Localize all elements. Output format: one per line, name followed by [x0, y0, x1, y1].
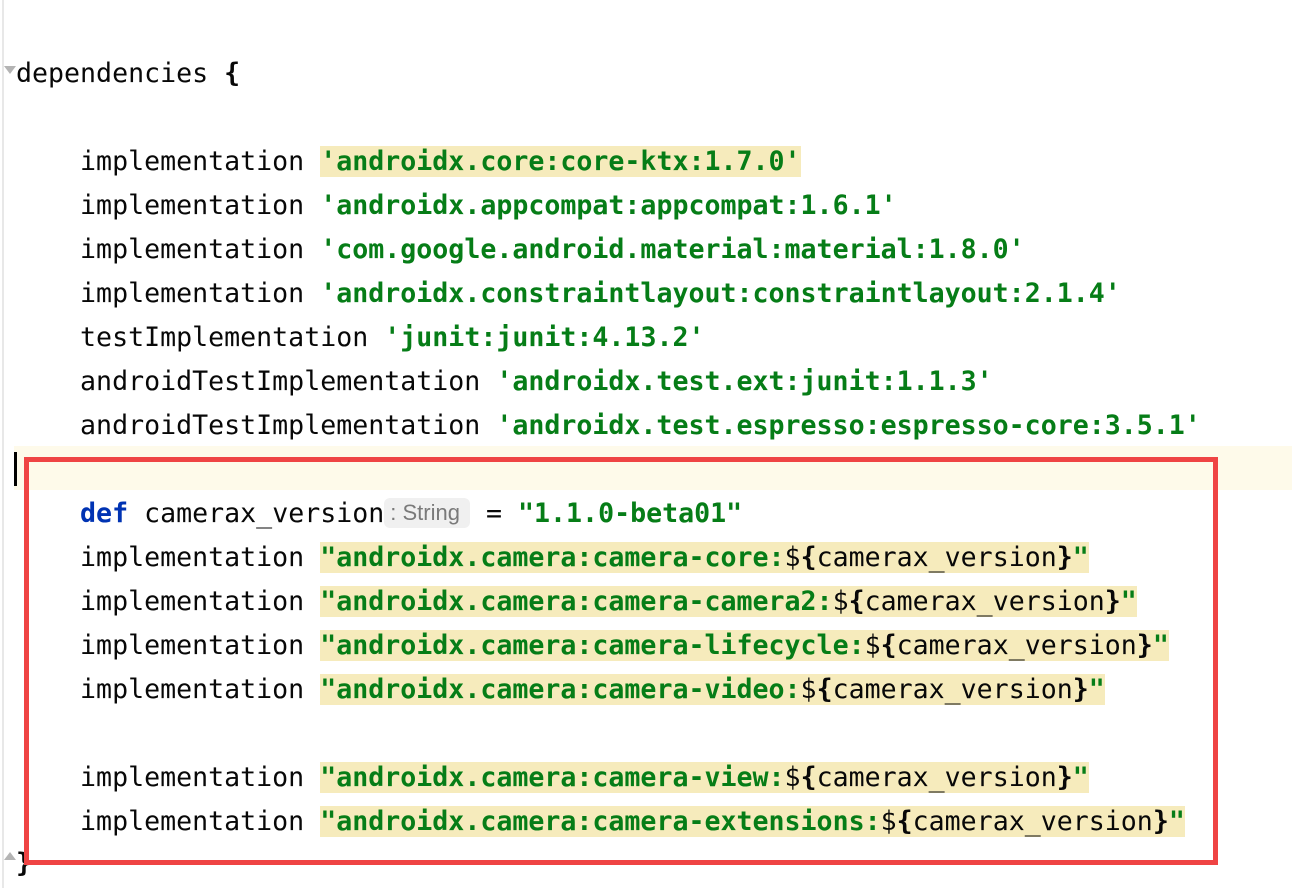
template-variable: camerax_version [912, 806, 1153, 837]
template-close-brace: } [1056, 762, 1073, 793]
template-variable: camerax_version [832, 674, 1073, 705]
current-line-highlight [14, 446, 1292, 490]
dependency-string: 'androidx.test.ext:junit:1.1.3' [496, 366, 993, 397]
template-dollar: $ [784, 542, 801, 573]
code-line-dependency[interactable]: implementation 'com.google.android.mater… [16, 228, 1025, 272]
fold-close-icon[interactable] [4, 852, 16, 860]
code-line-camera-dependency[interactable]: implementation "androidx.camera:camera-c… [16, 536, 1089, 580]
gstring-end-quote: " [1072, 542, 1089, 573]
dependency-string: 'androidx.test.espresso:espresso-core:3.… [496, 410, 1201, 441]
gstring-prefix: "androidx.camera:camera-camera2: [320, 586, 833, 617]
code-line-dependency[interactable]: implementation 'androidx.appcompat:appco… [16, 184, 897, 228]
template-open-brace: { [800, 762, 817, 793]
dependency-config: implementation [80, 586, 321, 617]
gstring-prefix: "androidx.camera:camera-video: [320, 674, 801, 705]
code-line-camera-dependency[interactable]: implementation "androidx.camera:camera-l… [16, 624, 1169, 668]
dependency-config: implementation [80, 146, 321, 177]
variable-name: camerax_version [128, 498, 385, 529]
fold-open-icon[interactable] [4, 66, 16, 74]
template-close-brace: } [1056, 542, 1073, 573]
open-brace: { [224, 58, 241, 89]
dependency-config: implementation [80, 278, 321, 309]
dependency-string: 'com.google.android.material:material:1.… [320, 234, 1025, 265]
template-variable: camerax_version [896, 630, 1137, 661]
camera-dependency-string: "androidx.camera:camera-core:${camerax_v… [320, 542, 1089, 573]
dependency-config: androidTestImplementation [80, 366, 497, 397]
code-line-camera-dependency[interactable]: implementation "androidx.camera:camera-e… [16, 800, 1185, 844]
code-line-camera-dependency[interactable]: implementation "androidx.camera:camera-c… [16, 580, 1137, 624]
code-line-dependency[interactable]: testImplementation 'junit:junit:4.13.2' [16, 316, 704, 360]
dependency-config: implementation [80, 190, 321, 221]
template-close-brace: } [1136, 630, 1153, 661]
code-line-dependency[interactable]: androidTestImplementation 'androidx.test… [16, 360, 993, 404]
gstring-end-quote: " [1152, 630, 1169, 661]
type-inlay-hint: : String [384, 498, 470, 528]
template-open-brace: { [800, 542, 817, 573]
dependency-config: implementation [80, 806, 321, 837]
camera-dependency-string: "androidx.camera:camera-extensions:${cam… [320, 806, 1185, 837]
template-open-brace: { [880, 630, 897, 661]
template-dollar: $ [784, 762, 801, 793]
template-variable: camerax_version [816, 542, 1057, 573]
gstring-prefix: "androidx.camera:camera-core: [320, 542, 785, 573]
dependencies-keyword: dependencies [16, 58, 225, 89]
template-variable: camerax_version [864, 586, 1105, 617]
camera-dependency-string: "androidx.camera:camera-view:${camerax_v… [320, 762, 1089, 793]
camera-dependency-string: "androidx.camera:camera-camera2:${camera… [320, 586, 1137, 617]
dependency-config: implementation [80, 630, 321, 661]
dependency-string: 'junit:junit:4.13.2' [384, 322, 705, 353]
code-editor[interactable]: dependencies { implementation 'androidx.… [0, 0, 1292, 888]
dependency-config: implementation [80, 762, 321, 793]
gstring-end-quote: " [1088, 674, 1105, 705]
dependency-config: testImplementation [80, 322, 385, 353]
def-keyword: def [80, 498, 129, 529]
version-string: "1.1.0-beta01" [518, 498, 743, 529]
dependency-string: 'androidx.constraintlayout:constraintlay… [320, 278, 1121, 309]
gstring-prefix: "androidx.camera:camera-extensions: [320, 806, 881, 837]
template-dollar: $ [880, 806, 897, 837]
text-caret [14, 452, 17, 486]
code-line-dependencies-close[interactable]: } [16, 842, 32, 886]
template-open-brace: { [816, 674, 833, 705]
template-variable: camerax_version [816, 762, 1057, 793]
dependency-config: implementation [80, 234, 321, 265]
dependency-string: 'androidx.appcompat:appcompat:1.6.1' [320, 190, 897, 221]
dependency-config: androidTestImplementation [80, 410, 497, 441]
dependency-string: 'androidx.core:core-ktx:1.7.0' [320, 146, 801, 177]
template-dollar: $ [800, 674, 817, 705]
template-close-brace: } [1104, 586, 1121, 617]
gstring-prefix: "androidx.camera:camera-view: [320, 762, 785, 793]
code-line-def-version[interactable]: def camerax_version: String = "1.1.0-beta… [16, 492, 742, 536]
code-line-dependency[interactable]: implementation 'androidx.constraintlayou… [16, 272, 1121, 316]
close-brace: } [16, 848, 33, 879]
template-open-brace: { [848, 586, 865, 617]
camera-dependency-string: "androidx.camera:camera-lifecycle:${came… [320, 630, 1169, 661]
gstring-end-quote: " [1072, 762, 1089, 793]
camera-dependency-string: "androidx.camera:camera-video:${camerax_… [320, 674, 1105, 705]
template-close-brace: } [1152, 806, 1169, 837]
template-open-brace: { [896, 806, 913, 837]
code-line-dependency[interactable]: androidTestImplementation 'androidx.test… [16, 404, 1201, 448]
template-close-brace: } [1072, 674, 1089, 705]
gutter-divider [2, 0, 4, 888]
dependency-config: implementation [80, 674, 321, 705]
gstring-end-quote: " [1168, 806, 1185, 837]
template-dollar: $ [864, 630, 881, 661]
code-line-camera-dependency[interactable]: implementation "androidx.camera:camera-v… [16, 668, 1105, 712]
gstring-prefix: "androidx.camera:camera-lifecycle: [320, 630, 865, 661]
dependency-config: implementation [80, 542, 321, 573]
code-line-dependencies-open[interactable]: dependencies { [16, 52, 240, 96]
assign-operator: = [485, 498, 519, 529]
template-dollar: $ [832, 586, 849, 617]
code-line-camera-dependency[interactable]: implementation "androidx.camera:camera-v… [16, 756, 1089, 800]
gstring-end-quote: " [1120, 586, 1137, 617]
code-line-dependency[interactable]: implementation 'androidx.core:core-ktx:1… [16, 140, 801, 184]
